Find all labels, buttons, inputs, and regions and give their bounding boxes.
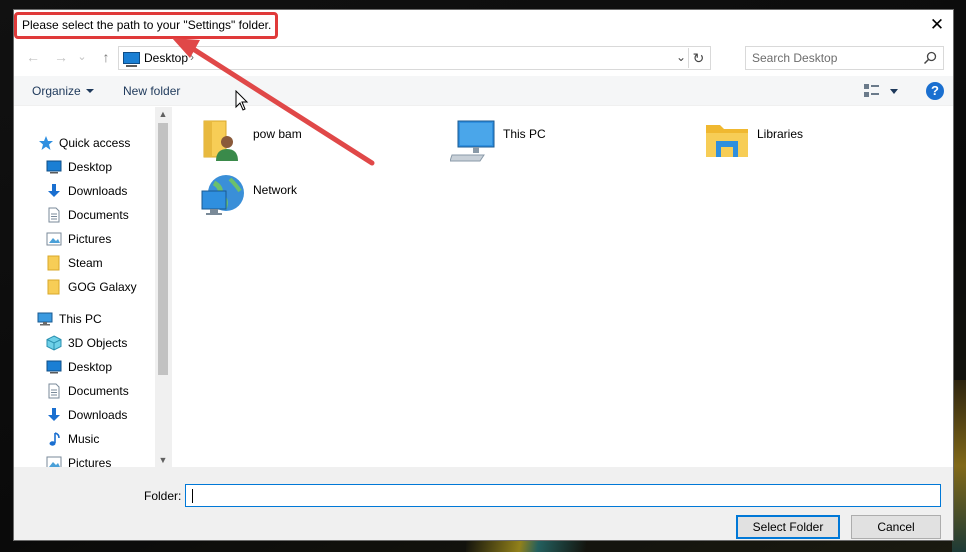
back-button[interactable]: ← xyxy=(24,48,42,66)
sidebar-item-label: Quick access xyxy=(59,136,131,150)
music-icon xyxy=(49,432,60,446)
content-item-this-pc[interactable]: This PC xyxy=(450,115,690,163)
search-icon xyxy=(923,51,937,65)
view-options-icon[interactable] xyxy=(864,84,879,98)
recent-locations-button[interactable]: ⌄ xyxy=(76,48,88,66)
content-item-user-folder[interactable]: pow bam xyxy=(200,115,440,163)
sidebar-item-label: Downloads xyxy=(68,184,128,198)
mouse-pointer-icon xyxy=(235,90,249,111)
downloads-icon xyxy=(48,408,60,421)
address-bar[interactable]: Desktop › ⌄ ↻ xyxy=(118,46,711,70)
3d-objects-icon xyxy=(46,335,62,351)
sidebar-scrollbar[interactable]: ▲ ▼ xyxy=(155,107,171,467)
file-list-pane: pow bam This PC Libraries Network xyxy=(171,107,953,467)
close-button[interactable]: ✕ xyxy=(927,15,947,35)
network-icon xyxy=(201,175,244,215)
search-box[interactable] xyxy=(745,46,944,70)
dialog-footer: Folder: Select Folder Cancel xyxy=(14,467,953,540)
desktop-icon xyxy=(46,160,62,174)
content-item-label: Libraries xyxy=(757,127,804,141)
pictures-icon xyxy=(46,456,62,467)
content-item-label: pow bam xyxy=(253,127,302,141)
navigation-bar: ← → ⌄ ↑ Desktop › ⌄ ↻ xyxy=(14,44,953,72)
new-folder-button[interactable]: New folder xyxy=(123,84,180,98)
refresh-button[interactable]: ↻ xyxy=(688,48,708,68)
sidebar-item-label: GOG Galaxy xyxy=(68,280,137,294)
address-text: Desktop xyxy=(144,51,189,65)
folder-icon xyxy=(47,279,60,295)
command-toolbar: Organize New folder ? xyxy=(14,76,953,106)
text-cursor xyxy=(192,489,193,503)
documents-icon xyxy=(48,383,60,399)
downloads-icon xyxy=(48,184,60,197)
content-item-label: This PC xyxy=(503,127,546,141)
pictures-icon xyxy=(46,232,62,246)
computer-icon xyxy=(37,312,53,326)
sidebar-item-label: Desktop xyxy=(68,360,113,374)
organize-label: Organize xyxy=(32,84,81,98)
navigation-pane: Quick access Desktop Downloads Documents… xyxy=(14,107,171,467)
sidebar-item-downloads[interactable]: Downloads xyxy=(46,180,171,202)
sidebar-item-label: Documents xyxy=(68,208,129,222)
sidebar-item-gog-galaxy[interactable]: GOG Galaxy xyxy=(46,276,171,298)
sidebar-item-documents[interactable]: Documents xyxy=(46,204,171,226)
sidebar-item-documents[interactable]: Documents xyxy=(46,380,171,402)
folder-name-input[interactable] xyxy=(185,484,941,507)
sidebar-item-label: Downloads xyxy=(68,408,128,422)
documents-icon xyxy=(48,207,60,223)
select-folder-button[interactable]: Select Folder xyxy=(736,515,840,539)
view-dropdown-icon[interactable] xyxy=(890,89,898,94)
sidebar-item-this-pc[interactable]: This PC xyxy=(34,308,171,330)
content-item-libraries[interactable]: Libraries xyxy=(704,115,944,163)
sidebar-item-quick-access[interactable]: Quick access xyxy=(34,132,171,154)
search-input[interactable] xyxy=(752,50,922,66)
sidebar-item-steam[interactable]: Steam xyxy=(46,252,171,274)
content-item-label: Network xyxy=(253,183,298,197)
forward-button[interactable]: → xyxy=(52,48,70,66)
sidebar-item-3d-objects[interactable]: 3D Objects xyxy=(46,332,171,354)
sidebar-item-music[interactable]: Music xyxy=(46,428,171,450)
organize-button[interactable]: Organize xyxy=(32,84,94,98)
computer-icon xyxy=(450,120,495,162)
folder-icon xyxy=(47,255,60,271)
libraries-icon xyxy=(706,125,748,157)
sidebar-item-pictures[interactable]: Pictures xyxy=(46,228,171,250)
cancel-button[interactable]: Cancel xyxy=(851,515,941,539)
desktop-icon xyxy=(46,360,62,374)
chevron-down-icon xyxy=(85,89,94,93)
scrollbar-thumb[interactable] xyxy=(158,123,168,375)
user-folder-icon xyxy=(203,120,238,161)
address-dropdown-icon[interactable]: ⌄ xyxy=(676,50,686,64)
sidebar-item-desktop[interactable]: Desktop xyxy=(46,156,171,178)
sidebar-item-desktop[interactable]: Desktop xyxy=(46,356,171,378)
sidebar-item-label: This PC xyxy=(59,312,102,326)
folder-picker-dialog: Please select the path to your "Settings… xyxy=(13,9,954,541)
sidebar-item-downloads[interactable]: Downloads xyxy=(46,404,171,426)
sidebar-item-label: Pictures xyxy=(68,456,112,467)
sidebar-item-label: Documents xyxy=(68,384,129,398)
help-icon[interactable]: ? xyxy=(926,82,944,100)
sidebar-item-label: Pictures xyxy=(68,232,112,246)
sidebar-item-label: Steam xyxy=(68,256,103,270)
sidebar-item-label: 3D Objects xyxy=(68,336,128,350)
star-icon xyxy=(39,136,53,150)
up-button[interactable]: ↑ xyxy=(97,48,115,66)
desktop-icon xyxy=(123,52,140,67)
title-bar: Please select the path to your "Settings… xyxy=(14,10,953,40)
wallpaper-stripe xyxy=(952,380,966,552)
sidebar-item-pictures[interactable]: Pictures xyxy=(46,452,171,467)
sidebar-item-label: Desktop xyxy=(68,160,113,174)
sidebar-item-label: Music xyxy=(68,432,100,446)
annotation-highlight-box xyxy=(14,12,278,39)
scroll-down-button[interactable]: ▼ xyxy=(155,453,171,467)
breadcrumb-chevron-icon[interactable]: › xyxy=(190,50,194,64)
scroll-up-button[interactable]: ▲ xyxy=(155,107,171,121)
content-item-network[interactable]: Network xyxy=(200,171,440,219)
folder-label: Folder: xyxy=(144,489,182,503)
